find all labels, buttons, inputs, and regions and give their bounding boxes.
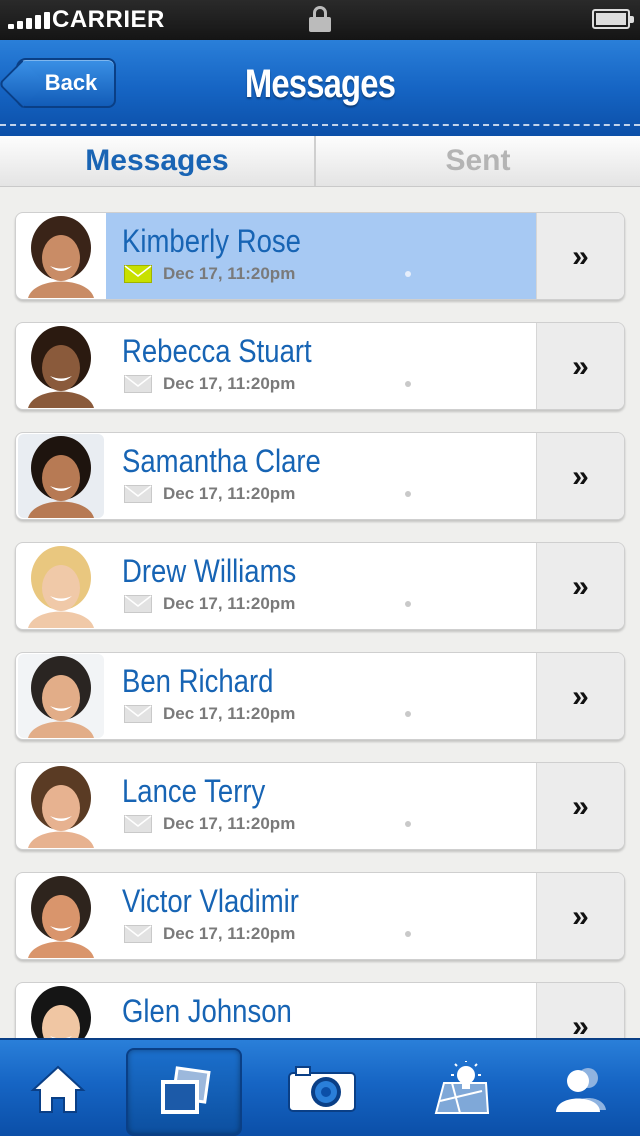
segmented-tabs: Messages Sent: [0, 136, 640, 187]
signal-bars-icon: [8, 9, 50, 29]
list-item[interactable]: Glen Johnson »: [15, 982, 625, 1038]
list-item[interactable]: Lance Terry Dec 17, 11:20pm »: [15, 762, 625, 850]
contact-name: Lance Terry: [122, 773, 266, 809]
gallery-icon: [161, 1066, 211, 1114]
read-indicator-dot: [405, 381, 411, 387]
tab-gallery[interactable]: [126, 1048, 242, 1136]
envelope-icon: [124, 375, 152, 393]
list-item[interactable]: Kimberly Rose Dec 17, 11:20pm »: [15, 212, 625, 300]
contact-name: Glen Johnson: [122, 993, 292, 1029]
envelope-icon: [124, 485, 152, 503]
message-info[interactable]: Drew Williams Dec 17, 11:20pm: [106, 543, 536, 629]
message-date: Dec 17, 11:20pm: [163, 374, 296, 393]
list-item[interactable]: Samantha Clare Dec 17, 11:20pm »: [15, 432, 625, 520]
open-message-button[interactable]: »: [536, 433, 624, 519]
tab-home[interactable]: [0, 1040, 116, 1136]
carrier-label: CARRIER: [52, 6, 165, 33]
envelope-icon: [124, 595, 152, 613]
tab-sent[interactable]: Sent: [314, 136, 640, 186]
message-info[interactable]: Victor Vladimir Dec 17, 11:20pm: [106, 873, 536, 959]
map-idea-icon: [434, 1061, 490, 1114]
avatar: [18, 984, 104, 1038]
envelope-icon: [124, 815, 152, 833]
avatar: [18, 324, 104, 408]
list-item[interactable]: Rebecca Stuart Dec 17, 11:20pm »: [15, 322, 625, 410]
read-indicator-dot: [405, 491, 411, 497]
list-item[interactable]: Ben Richard Dec 17, 11:20pm »: [15, 652, 625, 740]
contact-name: Ben Richard: [122, 663, 274, 699]
avatar: [18, 434, 104, 518]
tab-messages[interactable]: Messages: [0, 136, 314, 186]
message-date: Dec 17, 11:20pm: [163, 814, 296, 833]
message-info[interactable]: Samantha Clare Dec 17, 11:20pm: [106, 433, 536, 519]
message-info[interactable]: Ben Richard Dec 17, 11:20pm: [106, 653, 536, 739]
open-message-button[interactable]: »: [536, 653, 624, 739]
contacts-icon: [556, 1068, 606, 1112]
open-message-button[interactable]: »: [536, 873, 624, 959]
message-info[interactable]: Kimberly Rose Dec 17, 11:20pm: [106, 213, 536, 299]
stitch-divider: [0, 124, 640, 126]
envelope-icon: [124, 925, 152, 943]
contact-name: Victor Vladimir: [122, 883, 299, 919]
status-bar: CARRIER: [0, 0, 640, 40]
message-date: Dec 17, 11:20pm: [163, 264, 296, 283]
tab-contacts[interactable]: [522, 1040, 638, 1136]
tab-camera[interactable]: [264, 1040, 380, 1136]
tab-map-idea[interactable]: [404, 1040, 520, 1136]
battery-icon: [592, 9, 634, 29]
envelope-icon: [124, 705, 152, 723]
contact-name: Samantha Clare: [122, 443, 321, 479]
open-message-button[interactable]: »: [536, 213, 624, 299]
bottom-tab-bar: [0, 1038, 640, 1136]
message-info[interactable]: Rebecca Stuart Dec 17, 11:20pm: [106, 323, 536, 409]
open-message-button[interactable]: »: [536, 323, 624, 409]
read-indicator-dot: [405, 601, 411, 607]
avatar: [18, 874, 104, 958]
message-list[interactable]: Kimberly Rose Dec 17, 11:20pm» Rebecca Stu…: [0, 188, 640, 1038]
list-item[interactable]: Victor Vladimir Dec 17, 11:20pm »: [15, 872, 625, 960]
message-info[interactable]: Lance Terry Dec 17, 11:20pm: [106, 763, 536, 849]
avatar: [18, 654, 104, 738]
lock-icon: [309, 6, 331, 32]
message-date: Dec 17, 11:20pm: [163, 594, 296, 613]
list-item[interactable]: Drew Williams Dec 17, 11:20pm »: [15, 542, 625, 630]
avatar: [18, 764, 104, 848]
contact-name: Rebecca Stuart: [122, 333, 312, 369]
page-title: Messages: [244, 62, 396, 106]
envelope-icon: [124, 265, 152, 283]
navigation-bar: Back Messages: [0, 40, 640, 136]
contact-name: Kimberly Rose: [122, 223, 301, 259]
read-indicator-dot: [405, 271, 411, 277]
read-indicator-dot: [405, 821, 411, 827]
avatar: [18, 214, 104, 298]
message-date: Dec 17, 11:20pm: [163, 924, 296, 943]
open-message-button[interactable]: »: [536, 983, 624, 1038]
message-date: Dec 17, 11:20pm: [163, 704, 296, 723]
read-indicator-dot: [405, 711, 411, 717]
open-message-button[interactable]: »: [536, 763, 624, 849]
camera-icon: [288, 1066, 356, 1112]
read-indicator-dot: [405, 931, 411, 937]
back-button[interactable]: Back: [16, 58, 116, 108]
avatar: [18, 544, 104, 628]
message-date: Dec 17, 11:20pm: [163, 484, 296, 503]
home-icon: [30, 1065, 86, 1113]
message-info[interactable]: Glen Johnson: [106, 983, 536, 1038]
open-message-button[interactable]: »: [536, 543, 624, 629]
contact-name: Drew Williams: [122, 553, 297, 589]
